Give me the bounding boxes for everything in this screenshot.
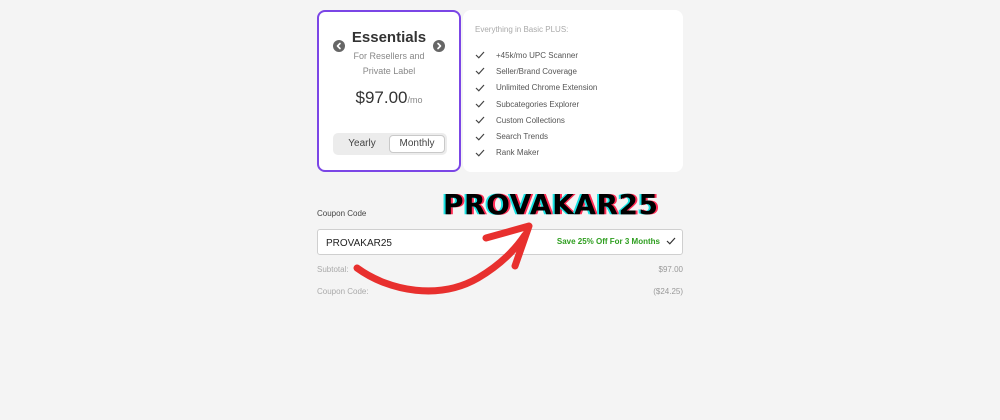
feature-item: Rank Maker — [475, 145, 597, 161]
coupon-discount-label: Coupon Code: — [317, 287, 369, 296]
check-icon — [475, 133, 485, 141]
subtotal-label: Subtotal: — [317, 265, 349, 274]
plan-card: Essentials For Resellers and Private Lab… — [317, 10, 461, 172]
check-icon — [475, 68, 485, 76]
feature-item: Subcategories Explorer — [475, 96, 597, 112]
feature-label: +45k/mo UPC Scanner — [496, 50, 579, 60]
check-icon — [475, 100, 485, 108]
feature-item: Seller/Brand Coverage — [475, 63, 597, 79]
coupon-discount-value: ($24.25) — [653, 287, 683, 296]
feature-label: Unlimited Chrome Extension — [496, 83, 598, 93]
feature-label: Custom Collections — [496, 115, 565, 125]
toggle-yearly[interactable]: Yearly — [335, 135, 389, 153]
plan-title: Essentials — [351, 29, 427, 46]
plan-price: $97.00/mo — [319, 88, 459, 108]
coupon-label: Coupon Code — [317, 209, 367, 218]
feature-item: Unlimited Chrome Extension — [475, 80, 597, 96]
check-icon — [666, 237, 676, 245]
toggle-monthly[interactable]: Monthly — [389, 135, 445, 153]
check-icon — [475, 116, 485, 125]
coupon-success-message: Save 25% Off For 3 Months — [556, 237, 660, 246]
plan-subtitle: For Resellers and Private Label — [319, 49, 459, 79]
price-amount: $97.00 — [355, 88, 408, 107]
feature-item: +45k/mo UPC Scanner — [475, 47, 597, 63]
feature-label: Seller/Brand Coverage — [496, 66, 577, 76]
price-period: /mo — [407, 95, 423, 105]
check-icon — [475, 149, 485, 157]
feature-label: Subcategories Explorer — [496, 99, 580, 109]
feature-label: Rank Maker — [496, 148, 540, 158]
plan-subtitle-text: For Resellers and Private Label — [353, 51, 425, 76]
features-heading: Everything in Basic PLUS: — [475, 25, 569, 34]
coupon-field: Save 25% Off For 3 Months — [317, 229, 683, 255]
check-icon — [475, 84, 485, 92]
features-list: +45k/mo UPC Scanner Seller/Brand Coverag… — [475, 47, 597, 161]
feature-item: Custom Collections — [475, 112, 597, 128]
promo-code-overlay: PROVAKAR25 — [443, 188, 659, 221]
coupon-input[interactable] — [324, 234, 528, 252]
check-icon — [475, 51, 485, 59]
features-card: Everything in Basic PLUS: +45k/mo UPC Sc… — [463, 10, 683, 172]
subtotal-value: $97.00 — [658, 265, 683, 274]
feature-label: Search Trends — [496, 132, 549, 142]
feature-item: Search Trends — [475, 128, 597, 144]
billing-toggle: Yearly Monthly — [333, 133, 447, 155]
